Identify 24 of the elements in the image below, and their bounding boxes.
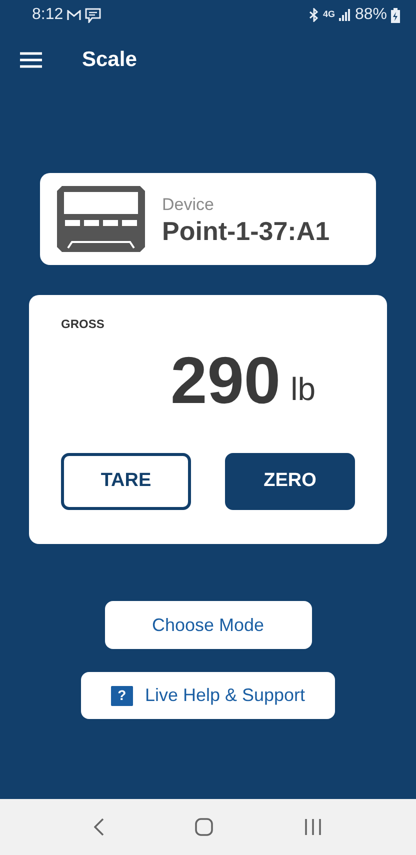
back-icon[interactable] [94, 818, 104, 836]
scale-button[interactable]: ZERO [225, 453, 355, 510]
menu-icon[interactable] [20, 52, 42, 68]
status-time: 8:12 [32, 5, 64, 25]
recent-apps-icon[interactable] [304, 819, 322, 835]
scale-button[interactable]: TARE [61, 453, 191, 510]
network-type: 4G [322, 8, 335, 22]
bluetooth-icon [308, 8, 319, 22]
device-name: Point-1-37:A1 [162, 217, 330, 246]
signal-icon [338, 9, 351, 21]
help-button[interactable]: ? Live Help & Support [81, 672, 335, 719]
weight-unit: lb [290, 370, 316, 409]
battery-icon [391, 8, 400, 22]
battery-percent: 88% [354, 5, 387, 25]
weight-value: 290 [170, 347, 281, 413]
mail-icon [67, 10, 82, 20]
help-chat-icon: ? [110, 686, 133, 706]
scale-device-icon [56, 184, 146, 254]
home-icon[interactable] [194, 818, 213, 836]
screen-title: Scale [82, 47, 137, 74]
choose-mode-button[interactable]: Choose Mode [104, 601, 312, 649]
message-icon [85, 8, 102, 22]
device-label: Device [162, 194, 215, 216]
weight-mode-label: GROSS [61, 316, 106, 333]
